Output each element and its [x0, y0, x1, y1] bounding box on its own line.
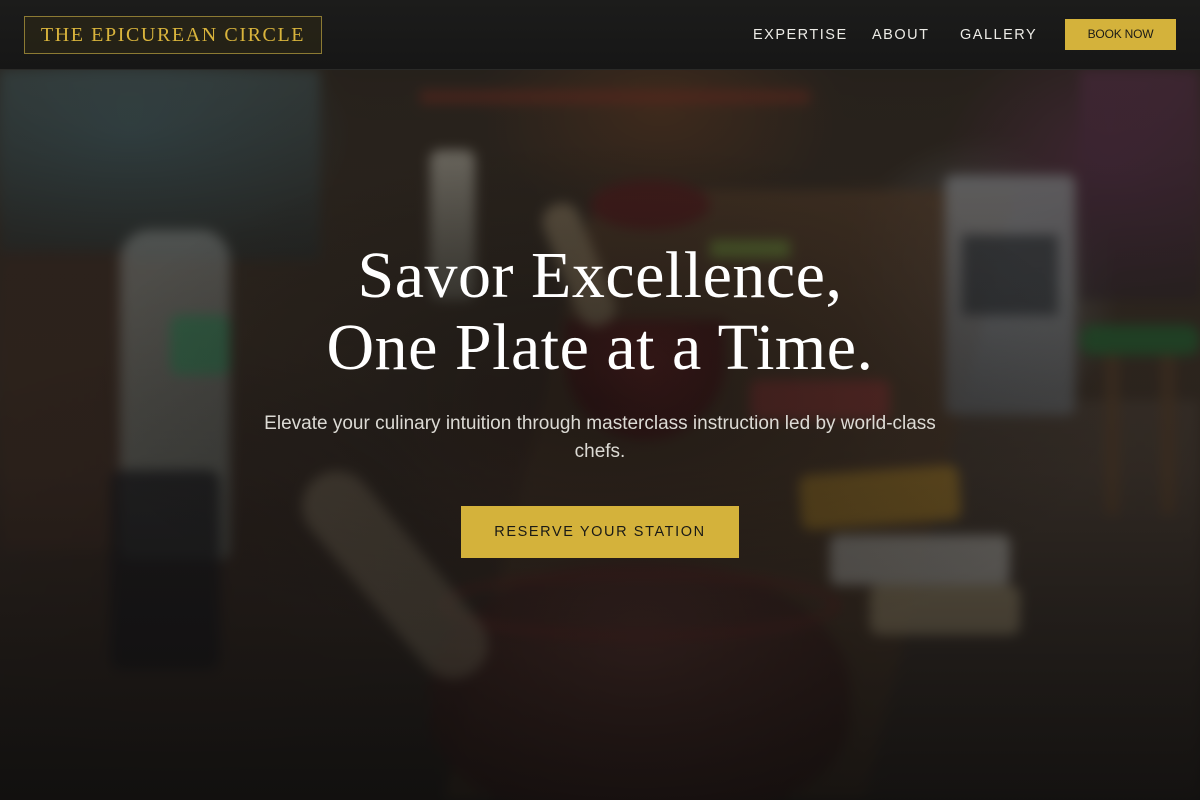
hero-title-line-2: One Plate at a Time.: [326, 311, 874, 384]
hero-title-line-1: Savor Excellence,: [357, 239, 843, 312]
nav-link-about[interactable]: ABOUT: [872, 25, 929, 45]
nav-link-expertise[interactable]: EXPERTISE: [753, 25, 848, 45]
site-header: THE EPICUREAN CIRCLE EXPERTISE ABOUT GAL…: [0, 0, 1200, 70]
hero-title: Savor Excellence, One Plate at a Time.: [0, 240, 1200, 384]
book-now-button[interactable]: BOOK NOW: [1065, 19, 1176, 50]
hero-content: Savor Excellence, One Plate at a Time. E…: [0, 0, 1200, 800]
hero-subtitle: Elevate your culinary intuition through …: [264, 413, 936, 462]
reserve-station-button[interactable]: RESERVE YOUR STATION: [461, 506, 739, 558]
nav-link-gallery[interactable]: GALLERY: [960, 25, 1037, 45]
brand-logo[interactable]: THE EPICUREAN CIRCLE: [24, 16, 322, 54]
